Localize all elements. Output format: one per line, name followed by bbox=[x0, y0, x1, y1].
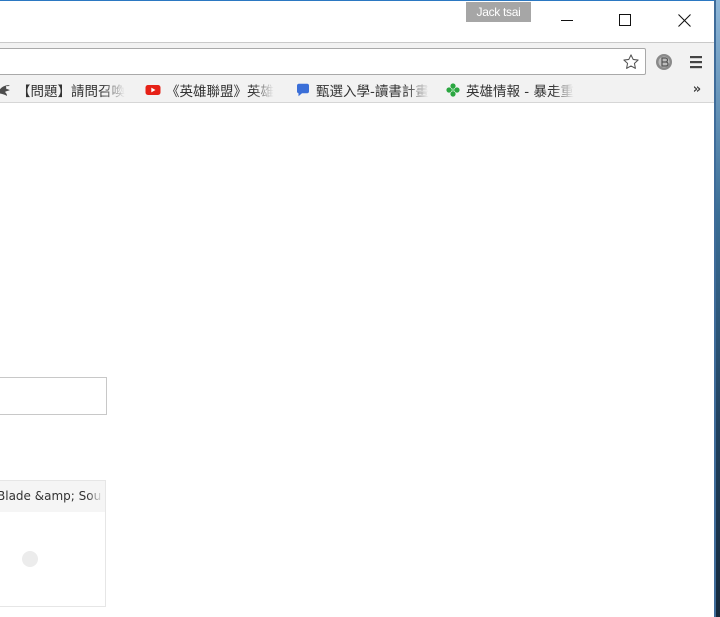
page-content: Blade &amp; Sou bbox=[0, 104, 714, 617]
clover-icon bbox=[445, 82, 461, 98]
bookmark-label: 《英雄聯盟》英雄 bbox=[166, 84, 274, 100]
minimize-button[interactable] bbox=[544, 2, 590, 38]
browser-window: Jack tsai 【問題】請問召喚 《英雄聯盟》英雄 甄選入學-讀書計畫 英雄… bbox=[0, 0, 720, 617]
menu-icon bbox=[690, 56, 702, 69]
address-bar[interactable] bbox=[0, 48, 646, 75]
bookmark-item[interactable]: 英雄情報 - 暴走重 bbox=[445, 80, 583, 100]
extension-icon bbox=[656, 54, 672, 70]
bookmark-star-button[interactable] bbox=[620, 51, 642, 73]
loading-dot-icon bbox=[22, 551, 38, 567]
bookmark-label: 英雄情報 - 暴走重 bbox=[466, 84, 574, 100]
minimize-icon bbox=[561, 20, 573, 21]
close-icon bbox=[677, 13, 691, 27]
extension-button[interactable] bbox=[654, 52, 674, 72]
content-card[interactable]: Blade &amp; Sou bbox=[0, 480, 106, 607]
bookmarks-bar: 【問題】請問召喚 《英雄聯盟》英雄 甄選入學-讀書計畫 英雄情報 - 暴走重 » bbox=[0, 78, 716, 103]
maximize-icon bbox=[619, 14, 631, 26]
desktop-background bbox=[716, 0, 720, 617]
bookmark-label: 【問題】請問召喚 bbox=[17, 84, 125, 100]
bookmark-item[interactable]: 甄選入學-讀書計畫 bbox=[295, 80, 435, 100]
search-input[interactable] bbox=[0, 377, 107, 415]
gamer-wing-icon bbox=[0, 82, 12, 98]
chat-bubble-icon bbox=[295, 82, 311, 98]
youtube-icon bbox=[145, 82, 161, 98]
browser-toolbar bbox=[0, 42, 716, 78]
profile-name-badge[interactable]: Jack tsai bbox=[466, 2, 531, 22]
bookmark-item[interactable]: 【問題】請問召喚 bbox=[0, 80, 136, 100]
bookmarks-overflow-button[interactable]: » bbox=[688, 81, 706, 99]
maximize-button[interactable] bbox=[602, 2, 648, 38]
card-title: Blade &amp; Sou bbox=[0, 489, 102, 503]
chrome-menu-button[interactable] bbox=[686, 52, 706, 72]
bookmark-item[interactable]: 《英雄聯盟》英雄 bbox=[145, 80, 285, 100]
title-bar: Jack tsai bbox=[0, 0, 716, 42]
card-header: Blade &amp; Sou bbox=[0, 481, 105, 512]
star-icon bbox=[623, 54, 639, 69]
bookmark-label: 甄選入學-讀書計畫 bbox=[316, 84, 429, 100]
close-button[interactable] bbox=[661, 2, 707, 38]
